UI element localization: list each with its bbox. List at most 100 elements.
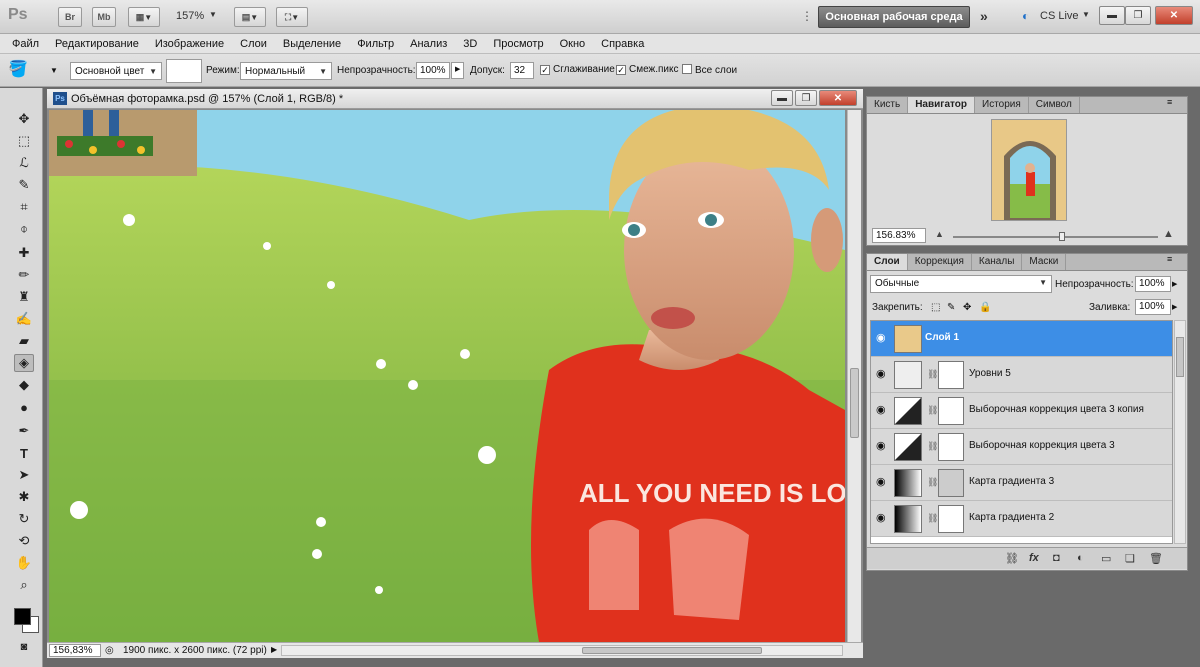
paint-bucket-tool-icon[interactable]: 🪣 [8,59,28,79]
menu-window[interactable]: Окно [560,38,586,50]
layer-row[interactable]: ◉ ⛓ Карта градиента 2 [871,501,1172,537]
screen-mode-button[interactable]: ⛶ ▼ [276,7,308,27]
opacity-slider-button[interactable]: ▶ [451,62,464,79]
document-tab[interactable]: Ps Объёмная фоторамка.psd @ 157% (Слой 1… [47,89,863,109]
layers-scroll-thumb[interactable] [1176,337,1184,377]
tab-character[interactable]: Символ [1029,97,1080,113]
lock-all-icon[interactable]: 🔒 [979,298,991,316]
quick-selection-tool-icon[interactable]: ✎ [14,176,34,194]
new-group-icon[interactable]: ▭ [1101,552,1111,565]
delete-layer-icon[interactable]: 🗑 [1149,552,1163,565]
paint-bucket-tool-icon[interactable]: ◈ [14,354,34,372]
cs-live-button[interactable]: CS Live [1040,10,1079,22]
menu-help[interactable]: Справка [601,38,644,50]
panel-menu-icon[interactable]: ≡ [1167,254,1172,264]
eyedropper-tool-icon[interactable]: ⌽ [14,220,34,238]
zoom-in-icon[interactable]: ▲ [1163,228,1174,240]
vertical-scrollbar[interactable] [847,110,861,642]
cs-live-dropdown-icon[interactable]: ▼ [1082,10,1090,19]
tolerance-input[interactable]: 32 [510,62,534,79]
antialias-checkbox[interactable]: ✓ [540,65,550,75]
bridge-button[interactable]: Br [58,7,82,27]
workspace-button[interactable]: Основная рабочая среда [818,6,970,28]
contiguous-option[interactable]: ✓ Смеж.пикс [616,64,679,75]
path-selection-tool-icon[interactable]: ➤ [14,466,34,484]
extras-button[interactable]: ▦ ▼ [128,7,160,27]
link-layers-icon[interactable]: ⛓ [1005,552,1019,565]
navigator-zoom-knob[interactable] [1059,232,1065,241]
visibility-eye-icon[interactable]: ◉ [876,367,886,380]
close-button[interactable]: ✕ [1155,6,1193,25]
layers-scrollbar[interactable] [1174,320,1186,544]
arrange-documents-button[interactable]: ▤ ▼ [234,7,266,27]
pen-tool-icon[interactable]: ✒ [14,422,34,440]
tab-masks[interactable]: Маски [1022,254,1067,270]
pattern-picker[interactable] [166,59,202,83]
all-layers-checkbox[interactable] [682,64,692,74]
tab-navigator[interactable]: Навигатор [908,97,975,113]
lasso-tool-icon[interactable]: ℒ [14,154,34,172]
minimize-button[interactable]: ▬ [1099,6,1125,25]
move-tool-icon[interactable]: ✥ [14,110,34,128]
visibility-eye-icon[interactable]: ◉ [876,511,886,524]
horizontal-scrollbar[interactable] [281,645,843,656]
menu-layers[interactable]: Слои [240,38,267,50]
history-brush-tool-icon[interactable]: ✍ [14,310,34,328]
visibility-eye-icon[interactable]: ◉ [876,439,886,452]
menu-select[interactable]: Выделение [283,38,341,50]
brush-tool-icon[interactable]: ✏ [14,266,34,284]
menu-file[interactable]: Файл [12,38,39,50]
navigator-preview[interactable] [991,119,1067,221]
menu-image[interactable]: Изображение [155,38,224,50]
visibility-eye-icon[interactable]: ◉ [876,403,886,416]
all-layers-option[interactable]: Все слои [682,64,737,76]
status-zoom-field[interactable]: 156,83% [49,644,101,657]
marquee-tool-icon[interactable]: ⬚ [14,132,34,150]
layer-opacity-input[interactable]: 100% [1135,276,1171,292]
image-canvas[interactable]: ALL YOU NEED IS LOVE [49,110,845,642]
zoom-tool-icon[interactable]: ⌕ [14,576,34,594]
maximize-button[interactable]: ❐ [1125,6,1151,25]
tab-channels[interactable]: Каналы [972,254,1023,270]
tab-adjustments[interactable]: Коррекция [908,254,972,270]
doc-close-button[interactable]: ✕ [819,90,857,106]
shape-tool-icon[interactable]: ✱ [14,488,34,506]
visibility-eye-icon[interactable]: ◉ [876,331,886,344]
minibridge-button[interactable]: Mb [92,7,116,27]
add-mask-icon[interactable]: ◘ [1053,552,1060,564]
3d-rotate-tool-icon[interactable]: ↻ [14,510,34,528]
crop-tool-icon[interactable]: ⌗ [14,198,34,216]
menu-3d[interactable]: 3D [463,38,477,50]
zoom-dropdown-icon[interactable]: ▼ [209,10,217,19]
layer-row[interactable]: ◉ ⛓ Карта градиента 3 [871,465,1172,501]
layer-opacity-arrow-icon[interactable]: ▶ [1172,275,1177,293]
lock-transparency-icon[interactable]: ⬚ [931,298,940,316]
antialias-option[interactable]: ✓ Сглаживание [540,64,615,75]
type-tool-icon[interactable]: T [14,444,34,462]
doc-maximize-button[interactable]: ❐ [795,90,817,106]
layer-style-icon[interactable]: fx [1029,552,1039,564]
quick-mask-icon[interactable]: ◙ [14,638,34,656]
doc-minimize-button[interactable]: ▬ [771,90,793,106]
tab-layers[interactable]: Слои [867,254,908,270]
fill-source-select[interactable]: Основной цвет ▼ [70,62,162,80]
blur-tool-icon[interactable]: ◆ [14,376,34,394]
fill-arrow-icon[interactable]: ▶ [1172,298,1177,316]
fill-input[interactable]: 100% [1135,299,1171,315]
mode-select[interactable]: Нормальный ▼ [240,62,332,80]
menu-analysis[interactable]: Анализ [410,38,447,50]
horizontal-scroll-thumb[interactable] [582,647,762,654]
status-menu-arrow-icon[interactable]: ▶ [271,645,277,654]
eraser-tool-icon[interactable]: ▰ [14,332,34,350]
more-workspaces-icon[interactable]: » [980,8,988,24]
navigator-zoom-field[interactable]: 156.83% [872,228,926,243]
menu-filter[interactable]: Фильтр [357,38,394,50]
layer-row[interactable]: ◉ ⛓ Выборочная коррекция цвета 3 копия [871,393,1172,429]
blend-mode-select[interactable]: Обычные ▼ [870,275,1052,293]
menu-view[interactable]: Просмотр [493,38,543,50]
layer-row[interactable]: ◉ ⛓ Выборочная коррекция цвета 3 [871,429,1172,465]
menu-edit[interactable]: Редактирование [55,38,139,50]
contiguous-checkbox[interactable]: ✓ [616,65,626,75]
hand-tool-icon[interactable]: ✋ [14,554,34,572]
new-layer-icon[interactable]: ❏ [1125,552,1135,565]
